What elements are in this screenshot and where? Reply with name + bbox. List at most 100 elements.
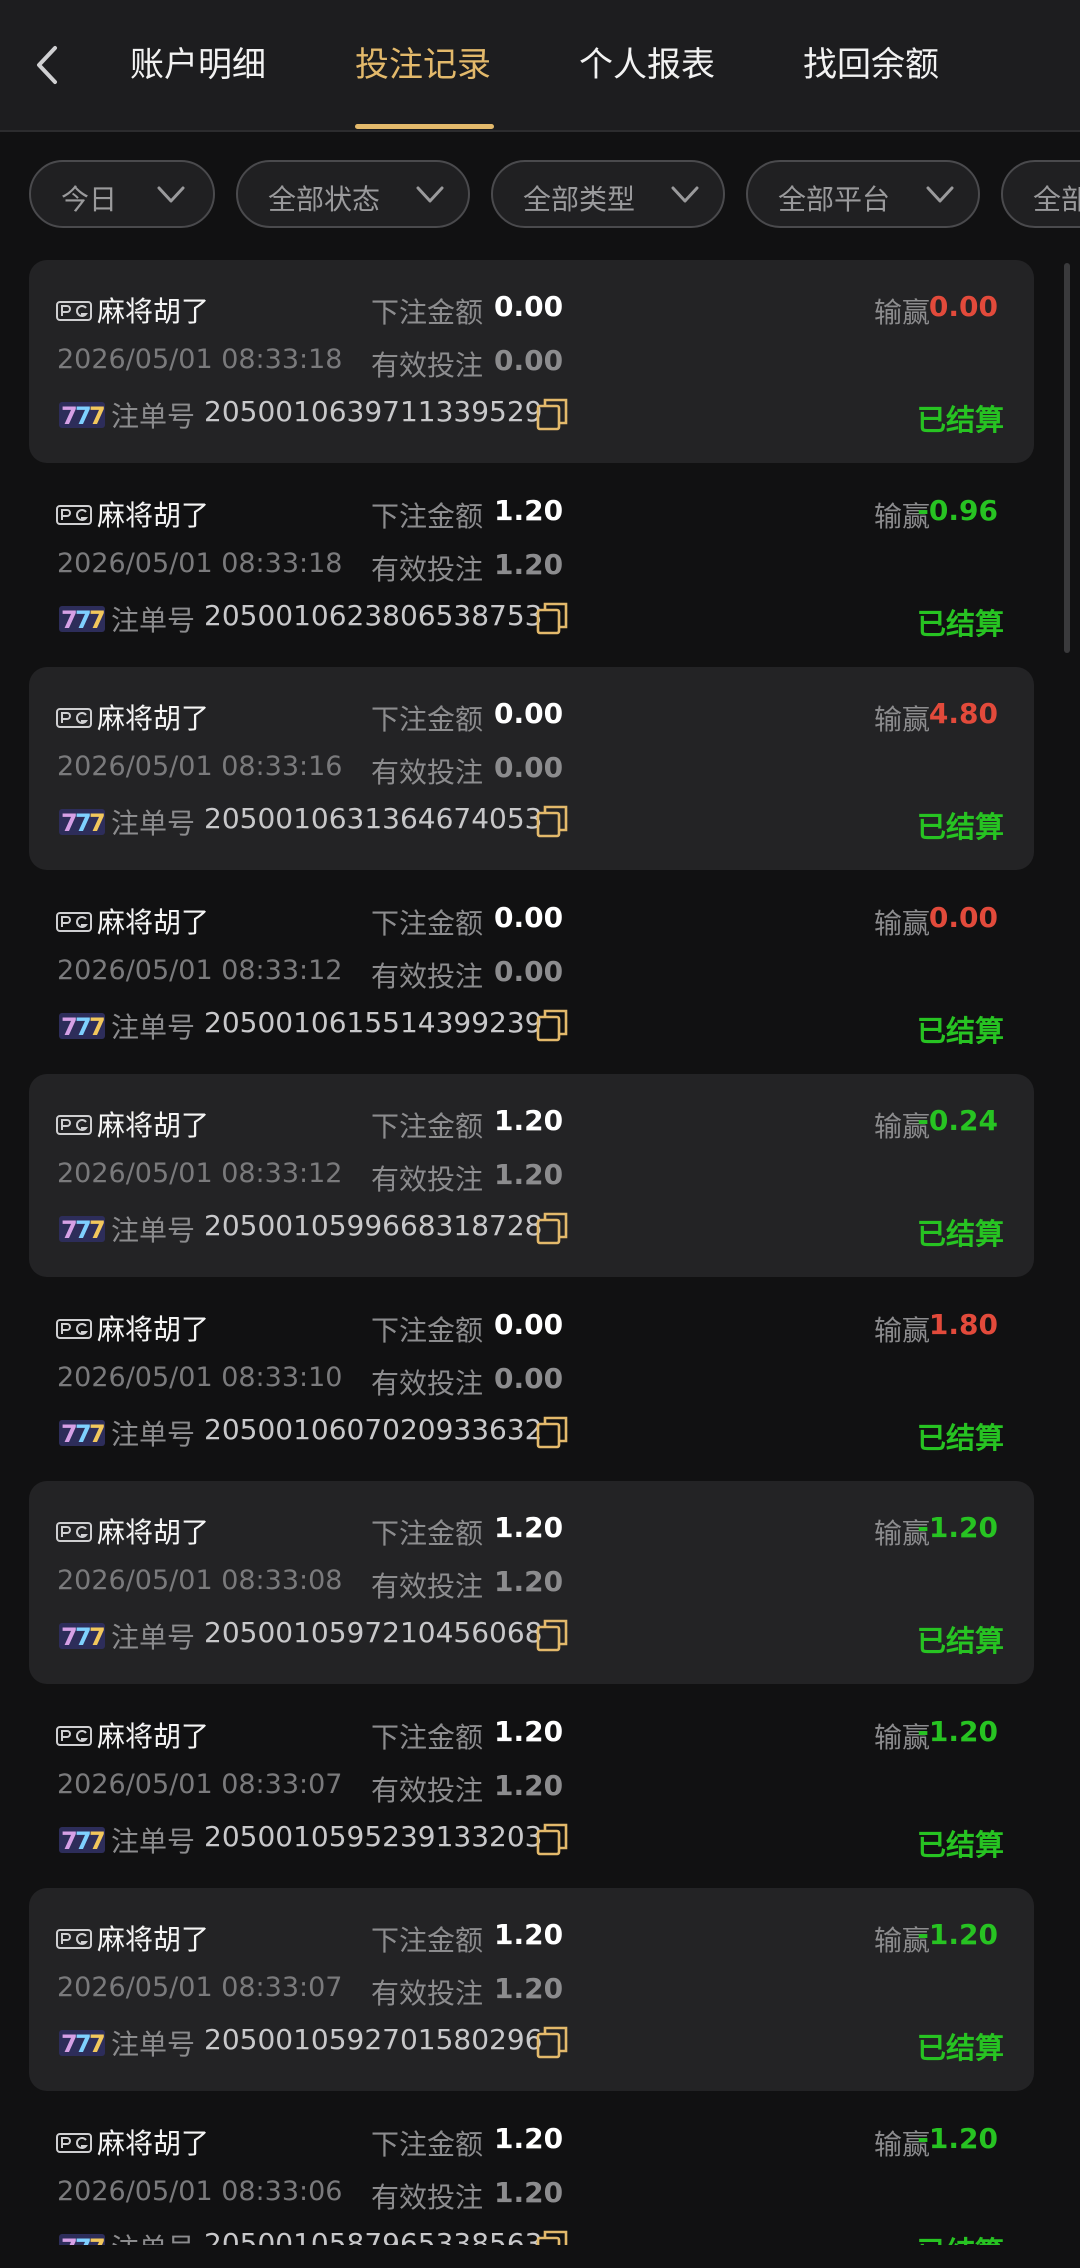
svg-text:7: 7 (89, 2234, 106, 2246)
filter-type-dropdown[interactable]: 全部类型 (491, 160, 725, 228)
valid-bet-label: 有效投注 (371, 2180, 484, 2214)
bet-time: 2026/05/01 08:33:10 (57, 1361, 343, 1393)
bet-time: 2026/05/01 08:33:12 (57, 1158, 343, 1189)
bet-record-card[interactable]: 麻将胡了 2026/05/01 08:33:18 下注金额 0.00 有效投注 … (29, 260, 1034, 463)
bet-amount-label: 下注金额 (371, 1924, 484, 1957)
filter-date-dropdown[interactable]: 今日 (29, 160, 215, 228)
tab-personal-report[interactable]: 个人报表 (579, 40, 715, 90)
copy-icon[interactable] (536, 601, 568, 635)
valid-bet-value: 1.20 (494, 1768, 564, 1802)
pg-logo-icon (56, 1522, 92, 1542)
filter-platform-label: 全部平台 (778, 183, 891, 216)
bet-record-card[interactable]: 麻将胡了 2026/05/01 08:33:12 下注金额 0.00 有效投注 … (29, 871, 1034, 1074)
svg-text:7: 7 (89, 1420, 106, 1448)
bet-record-card[interactable]: 麻将胡了 2026/05/01 08:33:08 下注金额 1.20 有效投注 … (29, 1481, 1034, 1684)
bet-record-card[interactable]: 麻将胡了 2026/05/01 08:33:18 下注金额 1.20 有效投注 … (29, 464, 1034, 667)
filter-platform-dropdown[interactable]: 全部平台 (746, 160, 980, 228)
settlement-status: 已结算 (917, 2229, 1004, 2246)
valid-bet-value: 0.00 (494, 954, 564, 988)
game-name: 麻将胡了 (97, 498, 210, 532)
order-number-label: 注单号 (111, 2227, 195, 2246)
win-loss-value: -1.20 (917, 2121, 998, 2155)
copy-icon[interactable] (536, 2025, 568, 2059)
valid-bet-value: 1.20 (494, 1565, 564, 1598)
bet-time: 2026/05/01 08:33:16 (57, 751, 343, 782)
order-number: 2050010595239133203 (204, 1819, 543, 1853)
bet-time: 2026/05/01 08:33:08 (57, 1565, 343, 1596)
bet-time: 2026/05/01 08:33:18 (57, 547, 343, 579)
slot-777-icon: 7 7 7 (59, 2234, 106, 2246)
svg-text:7: 7 (89, 1013, 106, 1041)
slot-777-icon: 7 7 7 (59, 402, 106, 430)
bet-record-card[interactable]: 麻将胡了 2026/05/01 08:33:16 下注金额 0.00 有效投注 … (29, 667, 1034, 870)
bet-record-card[interactable]: 麻将胡了 2026/05/01 08:33:07 下注金额 1.20 有效投注 … (29, 1888, 1034, 2091)
slot-777-icon: 7 7 7 (59, 809, 106, 837)
order-number: 2050010597210456068 (204, 1616, 543, 1649)
svg-text:7: 7 (89, 1216, 106, 1244)
order-number-label: 注单号 (111, 2028, 196, 2061)
tab-recover-balance[interactable]: 找回余额 (803, 40, 939, 90)
order-number: 2050010623806538753 (204, 598, 543, 632)
order-number: 2050010631364674053 (204, 802, 543, 835)
slot-777-icon: 7 7 7 (59, 1216, 106, 1244)
win-loss-label: 输赢 (873, 703, 930, 736)
copy-icon[interactable] (536, 1822, 568, 1856)
bet-amount-label: 下注金额 (371, 499, 484, 533)
order-number: 2050010599668318728 (204, 1209, 543, 1242)
bet-record-card[interactable]: 麻将胡了 2026/05/01 08:33:06 下注金额 1.20 有效投注 … (29, 2092, 1034, 2246)
chevron-down-icon (671, 186, 699, 203)
win-loss-value: 4.80 (928, 697, 998, 730)
game-name: 麻将胡了 (97, 1923, 210, 1956)
order-number-label: 注单号 (111, 1417, 196, 1451)
win-loss-value: 1.80 (928, 1307, 998, 1341)
game-name: 麻将胡了 (97, 295, 210, 328)
bet-amount-value: 1.20 (494, 1511, 564, 1544)
bet-record-list[interactable]: 麻将胡了 2026/05/01 08:33:18 下注金额 0.00 有效投注 … (0, 260, 1080, 2245)
game-name: 麻将胡了 (97, 1109, 210, 1142)
order-number: 205001063971133952​9 (204, 395, 543, 428)
filter-date-label: 今日 (61, 183, 118, 216)
valid-bet-label: 有效投注 (371, 552, 484, 586)
bet-time: 2026/05/01 08:33:07 (57, 1768, 343, 1800)
settlement-status: 已结算 (916, 606, 1004, 641)
chevron-down-icon (157, 186, 185, 203)
settlement-status: 已结算 (916, 810, 1004, 844)
bet-amount-label: 下注金额 (371, 703, 484, 736)
filter-status-dropdown[interactable]: 全部状态 (236, 160, 470, 228)
copy-icon[interactable] (536, 1618, 568, 1652)
order-number-label: 注单号 (111, 1621, 196, 1654)
svg-text:7: 7 (89, 1827, 106, 1855)
bet-amount-value: 0.00 (494, 900, 564, 934)
order-number-label: 注单号 (111, 807, 196, 840)
copy-icon[interactable] (536, 397, 568, 431)
order-number-label: 注单号 (111, 1010, 196, 1044)
scrollbar[interactable] (1064, 263, 1070, 653)
copy-icon[interactable] (536, 2229, 568, 2246)
settlement-status: 已结算 (916, 1827, 1004, 1862)
svg-text:7: 7 (89, 2030, 106, 2058)
bet-time: 2026/05/01 08:33:18 (57, 344, 343, 375)
copy-icon[interactable] (536, 804, 568, 838)
valid-bet-label: 有效投注 (371, 1570, 484, 1603)
copy-icon[interactable] (536, 1211, 568, 1245)
valid-bet-label: 有效投注 (371, 756, 484, 789)
copy-icon[interactable] (536, 1415, 568, 1449)
pg-logo-icon (56, 911, 92, 932)
bet-amount-value: 0.00 (494, 1307, 564, 1341)
tab-account-details[interactable]: 账户明细 (130, 40, 266, 90)
bet-time: 2026/05/01 08:33:12 (57, 954, 343, 986)
valid-bet-value: 1.20 (494, 2175, 564, 2209)
bet-record-card[interactable]: 麻将胡了 2026/05/01 08:33:10 下注金额 0.00 有效投注 … (29, 1278, 1034, 1481)
settlement-status: 已结算 (916, 2031, 1004, 2065)
bet-record-card[interactable]: 麻将胡了 2026/05/01 08:33:12 下注金额 1.20 有效投注 … (29, 1074, 1034, 1277)
settlement-status: 已结算 (916, 1013, 1004, 1048)
valid-bet-label: 有效投注 (371, 1163, 484, 1196)
filter-more-dropdown[interactable]: 全部 (1001, 160, 1080, 228)
tab-bet-records[interactable]: 投注记录 (355, 40, 491, 90)
filter-more-label: 全部 (1033, 183, 1080, 216)
bet-time: 2026/05/01 08:33:06 (57, 2175, 343, 2207)
back-button[interactable] (30, 40, 64, 90)
chevron-down-icon (416, 186, 444, 203)
copy-icon[interactable] (536, 1008, 568, 1042)
bet-record-card[interactable]: 麻将胡了 2026/05/01 08:33:07 下注金额 1.20 有效投注 … (29, 1685, 1034, 1888)
